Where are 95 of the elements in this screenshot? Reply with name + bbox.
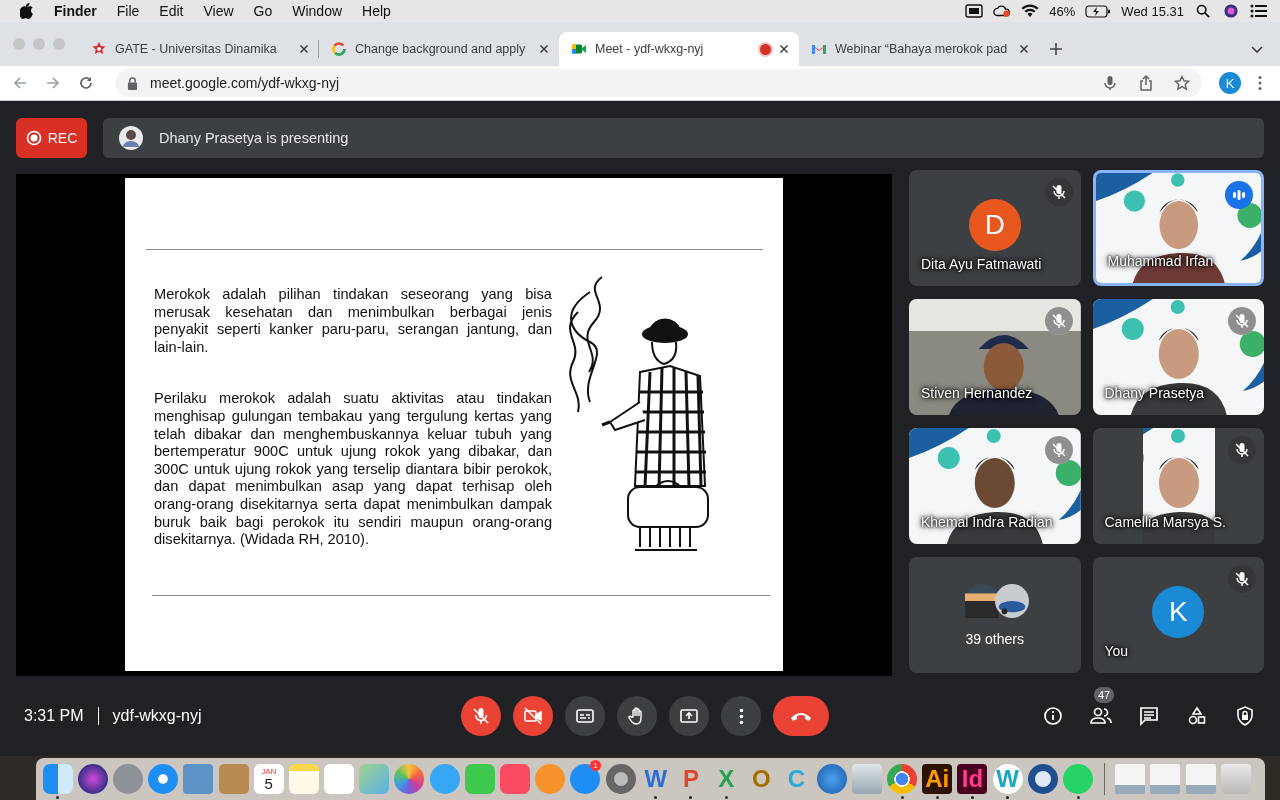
phone-hang-up-icon [789,710,813,722]
avatar-icon [119,126,143,150]
close-icon[interactable] [539,44,549,54]
people-icon[interactable] [1090,706,1112,726]
app-icon[interactable] [887,764,918,794]
menu-item[interactable]: Go [253,3,273,19]
menu-item[interactable]: Window [292,3,343,19]
more-button[interactable] [721,696,761,736]
app-icon[interactable] [1027,764,1058,794]
hand-button[interactable] [617,696,657,736]
captions-icon [575,706,595,726]
search-icon[interactable] [1194,4,1212,18]
app-icon-letter: C [787,767,806,791]
app-icon-letter: P [682,767,699,791]
close-icon[interactable] [779,44,789,54]
menu-item[interactable]: File [116,3,140,19]
meeting-code: ydf-wkxg-nyj [112,707,202,725]
more-icon [738,707,744,725]
recording-button[interactable]: REC [16,118,87,158]
apple-icon[interactable] [20,3,34,19]
participant-avatar: D [968,199,1021,251]
slide-paragraph: Merokok adalah pilihan tindakan seseorang yang bisa merusak kesehatan dan menimbulkan berbagai jenis penyakit seperti kanker paru-paru, serangan jantung, dan lain-lain. [154,286,552,357]
participant-name: 39 others [964,631,1025,647]
mic-off-icon [471,706,491,726]
calendar-month: JAN [261,767,277,776]
meeting-time: 3:31 PM [24,707,84,725]
mic-icon[interactable] [1102,75,1118,91]
tab-title: GATE - Universitas Dinamika [115,42,278,56]
participant-name: Dita Ayu Fatmawati [921,256,1042,272]
app-icon-letter: X [718,767,735,791]
back-icon[interactable] [12,75,28,91]
close-icon[interactable] [299,44,309,54]
menu-item[interactable]: Finder [54,3,97,19]
star-icon[interactable] [1174,75,1190,91]
browser-tab[interactable]: Meet - ydf-wkxg-nyj [559,32,799,66]
ring-icon [331,41,347,57]
present-button[interactable] [669,696,709,736]
chat-icon[interactable] [1138,706,1160,726]
shield-lock-icon[interactable] [1234,706,1256,726]
app-icon[interactable] [605,764,636,794]
tab-title: Change background and apply [355,42,527,56]
notification-badge: 1 [590,760,601,771]
browser-tab[interactable]: Change background and apply [319,32,559,66]
control-center-icon[interactable] [1250,4,1268,18]
app-icon-letter: 5 [264,775,273,791]
record-icon [25,130,42,146]
lock-icon[interactable] [127,76,138,90]
url-text: meet.google.com/ydf-wkxg-nyj [150,75,341,91]
participant-name: Stiven Hernandez [921,385,1033,401]
menu-item[interactable]: Edit [159,3,184,19]
orb-icon[interactable] [1222,4,1240,18]
app-icon[interactable] [77,764,108,794]
participant-name: You [1104,643,1129,659]
address-field[interactable]: meet.google.com/ydf-wkxg-nyj [115,69,1202,97]
end-button[interactable] [773,696,829,736]
participant-avatar: K [1152,586,1205,638]
shapes-icon[interactable] [1186,706,1208,726]
menu-item[interactable]: Help [362,3,391,19]
app-icon[interactable]: JAN 5 [253,764,284,794]
captions-button[interactable] [565,696,605,736]
app-icon[interactable] [148,764,179,794]
window-icon[interactable] [965,4,984,18]
forward-icon[interactable] [45,75,61,91]
share-icon[interactable] [1138,75,1154,91]
cloud-icon[interactable] [993,4,1012,18]
menu-clock[interactable]: Wed 15.31 [1121,3,1184,19]
mic-button[interactable] [461,696,501,736]
app-icon[interactable] [816,764,847,794]
tab-title: Meet - ydf-wkxg-nyj [595,42,705,56]
presenter-text: Dhany Prasetya is presenting [159,130,349,146]
info-icon[interactable] [1042,706,1064,726]
camera-off-icon [523,706,543,726]
browser-tab[interactable]: GATE - Universitas Dinamika [79,32,319,66]
reload-icon[interactable] [78,75,94,91]
speaking-icon [1225,181,1253,209]
star-logo-icon [91,41,107,57]
menu-item[interactable]: View [203,3,234,19]
app-icon[interactable] [394,764,425,794]
present-screen-icon [679,706,699,726]
app-icon-letter: O [752,767,771,791]
count-badge: 47 [1094,687,1115,703]
close-icon[interactable] [1019,44,1029,54]
tab-title: Webinar “Bahaya merokok pad [835,42,1009,56]
slide-paragraph: Perilaku merokok adalah suatu aktivitas atau tindakan menghisap gulungan tembakau yang tergulung kertas yang telah dibakar dan menghembuskannya keluar tubuh yang bertemperatur 900C untuk ujung rokok yang dibakar, dan 300C untuk ujung rokok yang terselip diantara bibir perokok, dan dapat menimbulkan asap yang dapat terhisap oleh orang-orang disekitarnya serta dapat menimbulkan dampak buruk baik bagi perokok itu sendiri maupun orang-orang disekitarnya. (Widada RH, 2010). [154,390,552,549]
battery-percent: 46% [1049,3,1076,19]
browser-tab[interactable]: Webinar “Bahaya merokok pad [799,32,1039,66]
battery-icon[interactable] [1085,4,1112,18]
chevron-down-icon[interactable] [1250,44,1264,54]
camera-button[interactable] [513,696,553,736]
new-tab-icon[interactable] [1049,42,1063,56]
profile-avatar[interactable]: K [1219,72,1241,94]
participant-name: Dhany Prasetya [1104,385,1205,401]
participant-name: Camellia Marsya S. [1104,514,1226,530]
more-icon[interactable] [1258,75,1262,91]
wifi-icon[interactable] [1021,4,1040,18]
